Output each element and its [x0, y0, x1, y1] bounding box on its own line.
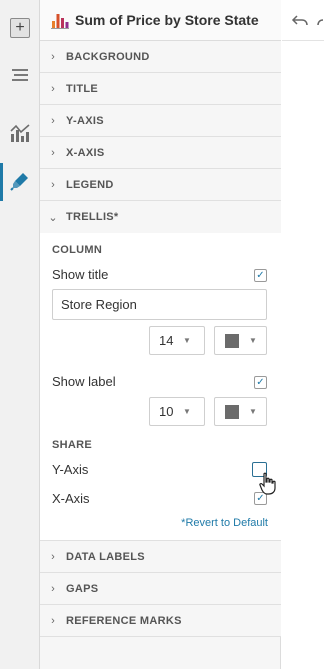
section-title[interactable]: › TITLE [40, 73, 281, 105]
paint-brush-icon [10, 173, 28, 191]
font-size-value: 14 [159, 333, 174, 348]
caret-down-icon: ▼ [249, 336, 257, 345]
section-label: X-AXIS [66, 146, 105, 159]
trellis-settings: COLUMN Show title ✓ Store Region 14 ▼ ▼ … [40, 233, 281, 541]
section-reference-marks[interactable]: › REFERENCE MARKS [40, 605, 281, 637]
title-font-size-select[interactable]: 14 ▼ [149, 326, 205, 355]
section-label: DATA LABELS [66, 550, 145, 563]
caret-down-icon: ▼ [183, 336, 191, 345]
chevron-right-icon: › [51, 146, 55, 159]
section-label: LEGEND [66, 178, 114, 191]
color-swatch [225, 333, 239, 348]
color-swatch [225, 404, 239, 419]
section-label: BACKGROUND [66, 50, 150, 63]
caret-down-icon: ▼ [183, 407, 191, 416]
list-view-button[interactable] [0, 66, 40, 84]
add-element-button[interactable]: + [0, 18, 40, 38]
panel-header: Sum of Price by Store State [40, 0, 281, 41]
share-x-axis-label: X-Axis [52, 491, 90, 506]
bar-chart-icon [51, 14, 69, 29]
font-size-value: 10 [159, 404, 174, 419]
chevron-right-icon: › [51, 50, 55, 63]
section-label: TRELLIS* [66, 211, 119, 223]
revert-to-default-link[interactable]: *Revert to Default [181, 517, 268, 529]
show-title-label: Show title [52, 267, 109, 282]
section-x-axis[interactable]: › X-AXIS [40, 137, 281, 169]
panel-title: Sum of Price by Store State [75, 12, 259, 28]
section-label: GAPS [66, 582, 99, 595]
chevron-right-icon: › [51, 582, 55, 595]
left-rail: + [0, 0, 40, 669]
canvas-area [282, 0, 324, 669]
title-color-select[interactable]: ▼ [214, 326, 267, 355]
check-icon: ✓ [256, 376, 265, 388]
chevron-right-icon: › [51, 614, 55, 627]
chevron-right-icon: › [51, 550, 55, 563]
chevron-down-icon: ⌄ [48, 211, 58, 224]
undo-icon[interactable] [291, 12, 309, 28]
section-data-labels[interactable]: › DATA LABELS [40, 541, 281, 573]
canvas-toolbar [282, 0, 324, 41]
check-icon: ✓ [256, 269, 265, 281]
show-label-label: Show label [52, 374, 116, 389]
redo-icon[interactable] [315, 12, 324, 28]
section-legend[interactable]: › LEGEND [40, 169, 281, 201]
section-label: Y-AXIS [66, 114, 104, 127]
format-button[interactable] [0, 171, 40, 191]
section-y-axis[interactable]: › Y-AXIS [40, 105, 281, 137]
section-label: REFERENCE MARKS [66, 614, 182, 627]
column-heading: COLUMN [52, 244, 103, 256]
format-panel: Sum of Price by Store State › BACKGROUND… [40, 0, 281, 669]
section-trellis[interactable]: ⌄ TRELLIS* [40, 201, 281, 233]
label-color-select[interactable]: ▼ [214, 397, 267, 426]
list-icon [12, 69, 28, 81]
label-font-size-select[interactable]: 10 ▼ [149, 397, 205, 426]
plus-icon: + [10, 18, 30, 38]
show-title-checkbox[interactable]: ✓ [254, 269, 267, 282]
section-background[interactable]: › BACKGROUND [40, 41, 281, 73]
chart-type-icon [10, 124, 30, 142]
chevron-right-icon: › [51, 178, 55, 191]
hand-cursor-icon [259, 472, 276, 495]
trellis-title-input[interactable]: Store Region [52, 289, 267, 320]
section-label: TITLE [66, 82, 99, 95]
share-heading: SHARE [52, 439, 93, 451]
section-gaps[interactable]: › GAPS [40, 573, 281, 605]
chevron-right-icon: › [51, 114, 55, 127]
chart-properties-button[interactable] [0, 122, 40, 144]
show-label-checkbox[interactable]: ✓ [254, 376, 267, 389]
share-y-axis-label: Y-Axis [52, 462, 89, 477]
caret-down-icon: ▼ [249, 407, 257, 416]
chevron-right-icon: › [51, 82, 55, 95]
